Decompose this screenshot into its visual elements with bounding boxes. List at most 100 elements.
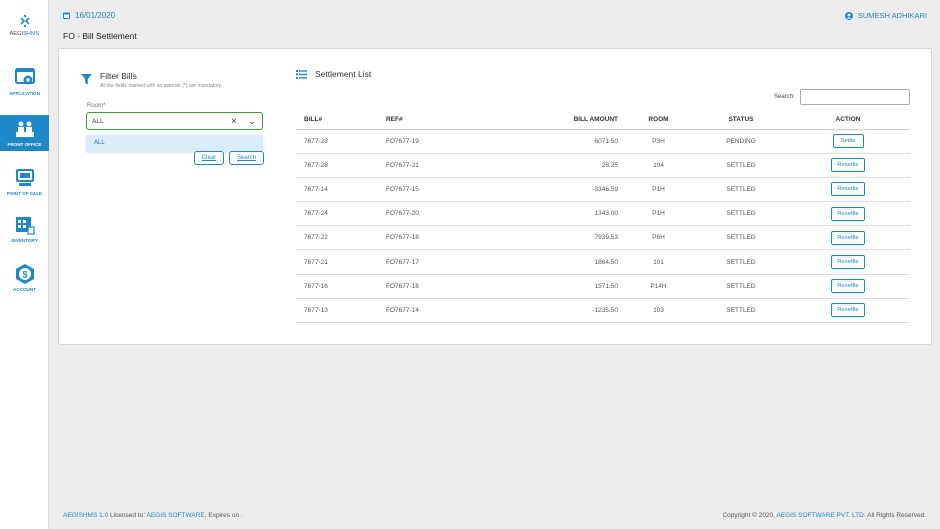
room-select-value: ALL bbox=[92, 117, 104, 125]
cell-action: Resettle bbox=[786, 225, 910, 251]
settlement-list-title: Settlement List bbox=[315, 69, 372, 79]
date-text: 16/01/2020 bbox=[75, 11, 116, 20]
application-icon bbox=[14, 68, 35, 85]
company-link[interactable]: AEGIS SOFTWARE PVT. LTD. bbox=[776, 512, 865, 519]
user-name: SUMESH ADHIKARI bbox=[857, 11, 927, 20]
table-row: 7677-24 FO7677-20 1343.00 P1H SETTLED Resettl… bbox=[296, 201, 910, 227]
user-menu[interactable]: SUMESH ADHIKARI bbox=[844, 11, 927, 20]
resettle-button[interactable]: Resettle bbox=[831, 158, 865, 173]
cell-ref: FO7677-14 bbox=[386, 298, 526, 324]
table-row: 7677-23 FO7677-19 6071.50 P3H PENDING Settle bbox=[296, 129, 910, 154]
cell-room: P14H bbox=[621, 274, 696, 299]
cell-action: Resettle bbox=[786, 298, 910, 324]
sidebar-item-label: APPLICATION bbox=[9, 91, 40, 96]
app-logo[interactable]: AEGISHMS bbox=[0, 14, 49, 37]
copyright: Copyright © 2020, AEGIS SOFTWARE PVT. LT… bbox=[722, 512, 926, 519]
settle-button[interactable]: Settle bbox=[832, 134, 864, 149]
cell-bill: 7677-13 bbox=[296, 298, 386, 324]
main-card: Filter Bills All the fields marked with … bbox=[58, 48, 932, 345]
filter-icon bbox=[81, 74, 92, 85]
user-icon bbox=[844, 11, 853, 20]
table-row: 7677-22 FO7677-18 7939.53 P6H SETTLED Resettl… bbox=[296, 225, 910, 251]
sidebar-item-front-office[interactable]: FRONT OFFICE bbox=[0, 115, 49, 151]
sidebar-item-application[interactable]: APPLICATION bbox=[0, 67, 49, 103]
sidebar-item-account[interactable]: $ ACCOUNT bbox=[0, 263, 49, 297]
cell-bill: 7677-16 bbox=[296, 274, 386, 299]
table-row: 7677-13 FO7677-14 -1235.50 103 SETTLED Resett… bbox=[296, 298, 910, 324]
cell-bill: 7677-21 bbox=[296, 249, 386, 275]
clear-button[interactable]: Clear bbox=[194, 151, 224, 165]
cell-bill-amount: 1571.50 bbox=[526, 274, 621, 299]
cell-status: SETTLED bbox=[696, 177, 786, 203]
sidebar-item-label: INVENTORY bbox=[11, 238, 38, 243]
cell-room: P1H bbox=[621, 177, 696, 203]
cell-bill: 7677-23 bbox=[296, 129, 386, 154]
cell-ref: FO7677-15 bbox=[386, 177, 526, 203]
filter-subtitle: All the fields marked with an asterisk (… bbox=[100, 83, 223, 89]
cell-room: P1H bbox=[621, 201, 696, 227]
logo-mark-icon bbox=[19, 14, 30, 28]
sidebar-item-label: POINT OF SALE bbox=[6, 191, 43, 196]
search-button[interactable]: Search bbox=[229, 151, 264, 165]
column-header-action: ACTION bbox=[786, 111, 910, 130]
cell-bill: 7677-14 bbox=[296, 177, 386, 203]
current-date: 16/01/2020 bbox=[63, 11, 115, 20]
cell-bill-amount: 1864.50 bbox=[526, 249, 621, 275]
resettle-button[interactable]: Resettle bbox=[831, 255, 865, 270]
resettle-button[interactable]: Resettle bbox=[831, 279, 865, 294]
cell-bill-amount: 7939.53 bbox=[526, 225, 621, 251]
sidebar-item-inventory[interactable]: INVENTORY bbox=[0, 214, 49, 248]
resettle-button[interactable]: Resettle bbox=[831, 206, 865, 221]
cell-action: Resettle bbox=[786, 177, 910, 203]
settlement-table: BILL# REF# BILL AMOUNT ROOM STATUS ACTIO… bbox=[296, 111, 910, 324]
cell-bill-amount: 28.25 bbox=[526, 153, 621, 178]
column-header-status: STATUS bbox=[696, 111, 786, 130]
resettle-button[interactable]: Resettle bbox=[831, 230, 865, 245]
column-header-ref: REF# bbox=[386, 111, 526, 130]
svg-text:$: $ bbox=[22, 270, 27, 280]
cell-ref: FO7677-18 bbox=[386, 225, 526, 251]
cell-bill-amount: 6071.50 bbox=[526, 129, 621, 154]
cell-action: Settle bbox=[786, 129, 910, 154]
front-office-icon bbox=[15, 121, 34, 137]
filter-title: Filter Bills bbox=[100, 71, 137, 81]
cell-bill: 7677-24 bbox=[296, 201, 386, 227]
clear-selection-icon[interactable]: × bbox=[226, 116, 242, 127]
sidebar-item-point-of-sale[interactable]: POINT OF SALE bbox=[0, 167, 49, 201]
cell-room: 101 bbox=[621, 249, 696, 275]
column-header-bill-amount: BILL AMOUNT bbox=[526, 111, 621, 130]
cell-status: SETTLED bbox=[696, 274, 786, 299]
room-select[interactable]: ALL × ⌄ bbox=[86, 112, 263, 130]
cell-room: P6H bbox=[621, 225, 696, 251]
cell-ref: FO7677-21 bbox=[386, 153, 526, 178]
cell-bill-amount: -1235.50 bbox=[526, 298, 621, 324]
point-of-sale-icon bbox=[15, 169, 34, 186]
table-row: 7677-28 FO7677-21 28.25 104 SETTLED Resettle bbox=[296, 153, 910, 178]
cell-status: SETTLED bbox=[696, 201, 786, 227]
filter-header: Filter Bills All the fields marked with … bbox=[81, 71, 222, 89]
settlement-list-header: Settlement List bbox=[296, 69, 371, 79]
cell-ref: FO7677-20 bbox=[386, 201, 526, 227]
cell-ref: FO7677-19 bbox=[386, 129, 526, 154]
table-row: 7677-14 FO7677-15 -3346.59 P1H SETTLED Resett… bbox=[296, 177, 910, 203]
chevron-down-icon[interactable]: ⌄ bbox=[242, 116, 262, 127]
license-info: AEGISHMS 1.0 Licensed to: AEGIS SOFTWARE… bbox=[63, 512, 243, 519]
cell-bill: 7677-22 bbox=[296, 225, 386, 251]
cell-status: SETTLED bbox=[696, 298, 786, 324]
cell-ref: FO7677-17 bbox=[386, 249, 526, 275]
cell-status: SETTLED bbox=[696, 225, 786, 251]
resettle-button[interactable]: Resettle bbox=[831, 182, 865, 197]
cell-action: Resettle bbox=[786, 201, 910, 227]
licensee-link[interactable]: AEGIS SOFTWARE bbox=[146, 512, 204, 519]
search-input[interactable] bbox=[800, 89, 910, 105]
table-header-row: BILL# REF# BILL AMOUNT ROOM STATUS ACTIO… bbox=[296, 111, 910, 130]
resettle-button[interactable]: Resettle bbox=[831, 303, 865, 318]
cell-ref: FO7677-16 bbox=[386, 274, 526, 299]
cell-status: SETTLED bbox=[696, 249, 786, 275]
inventory-icon bbox=[15, 217, 35, 235]
cell-action: Resettle bbox=[786, 249, 910, 275]
account-icon: $ bbox=[15, 264, 34, 284]
search-label: Search: bbox=[774, 94, 795, 100]
table-row: 7677-16 FO7677-16 1571.50 P14H SETTLED Resett… bbox=[296, 274, 910, 299]
room-dropdown-option[interactable]: ALL bbox=[86, 135, 263, 152]
